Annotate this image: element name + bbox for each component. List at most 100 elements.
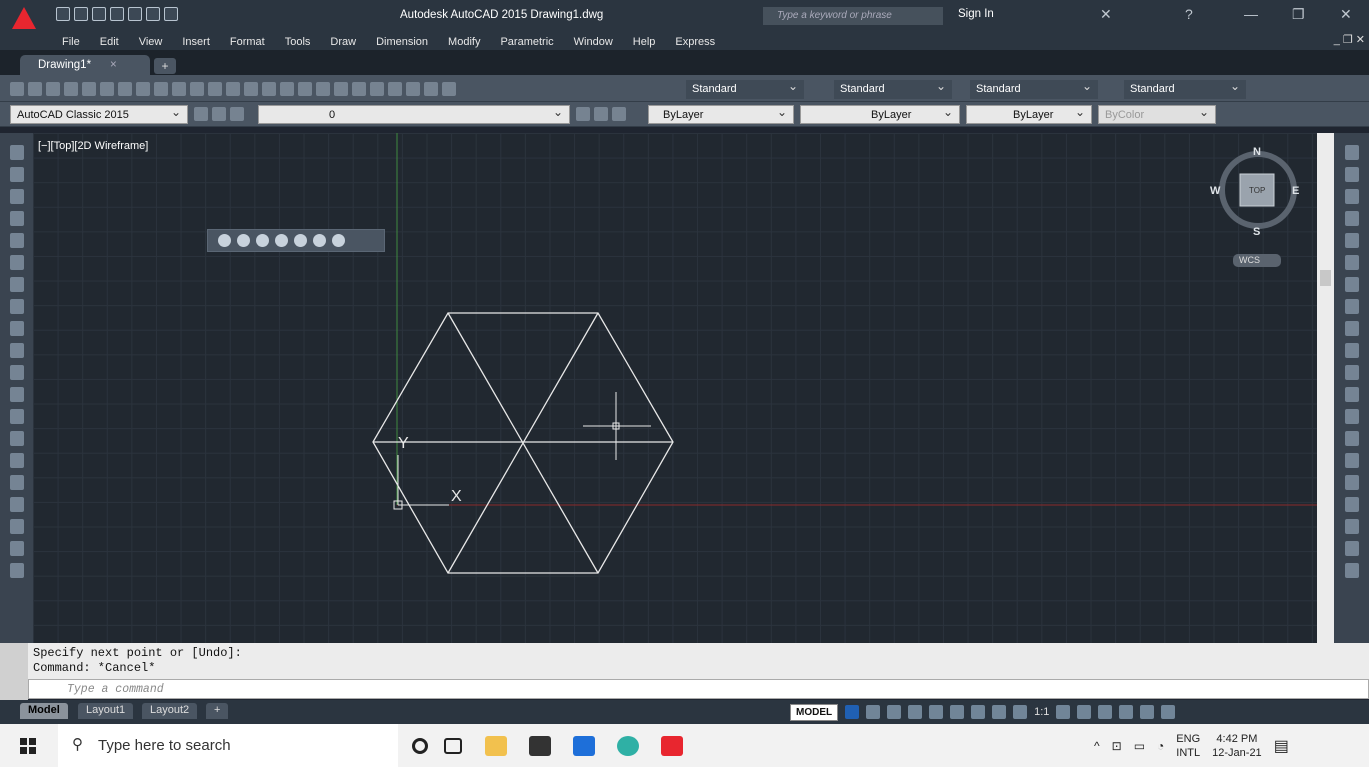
menu-dimension[interactable]: Dimension (376, 36, 428, 48)
workspace-select[interactable]: AutoCAD Classic 2015 (10, 105, 188, 124)
paste-icon[interactable] (172, 82, 186, 96)
help-search-input[interactable]: Type a keyword or phrase (763, 7, 943, 25)
join-icon[interactable] (1344, 431, 1359, 446)
viewport-controls-label[interactable]: [−][Top][2D Wireframe] (38, 140, 148, 152)
calculator-icon[interactable] (424, 82, 438, 96)
construction-line-icon[interactable] (9, 167, 24, 182)
material-icon[interactable] (332, 234, 345, 247)
taskbar-search-box[interactable]: ⚲ Type here to search (58, 724, 398, 767)
revision-cloud-icon[interactable] (9, 299, 24, 314)
blend-icon[interactable] (1344, 497, 1359, 512)
table-icon[interactable] (9, 519, 24, 534)
wcs-menu[interactable]: WCS (1239, 255, 1260, 265)
minimize-icon[interactable]: — (1244, 6, 1258, 22)
linetype-select[interactable]: ByLayer (800, 105, 960, 124)
menu-modify[interactable]: Modify (448, 36, 480, 48)
visual-style-icon[interactable] (294, 234, 307, 247)
compass-north[interactable]: N (1253, 146, 1261, 158)
ellipse-arc-icon[interactable] (9, 365, 24, 380)
free-orbit-icon[interactable] (256, 234, 269, 247)
command-line-handle[interactable] (0, 643, 28, 703)
make-current-layer-icon[interactable] (576, 107, 590, 121)
array-icon[interactable] (1344, 233, 1359, 248)
markup-icon[interactable] (406, 82, 420, 96)
polygon-icon[interactable] (9, 211, 24, 226)
menu-format[interactable]: Format (230, 36, 265, 48)
workspace-settings-icon[interactable] (194, 107, 208, 121)
mirror-icon[interactable] (1344, 189, 1359, 204)
scale-icon[interactable] (1344, 299, 1359, 314)
snap-icon[interactable] (866, 705, 881, 719)
preview-icon[interactable] (82, 82, 96, 96)
erase-icon[interactable] (1344, 145, 1359, 160)
block-icon[interactable] (190, 82, 204, 96)
autocad-taskbar-icon[interactable] (661, 736, 683, 756)
rotate-icon[interactable] (1344, 277, 1359, 292)
menu-window[interactable]: Window (574, 36, 613, 48)
region-icon[interactable] (9, 497, 24, 512)
layer-match-icon[interactable] (612, 107, 626, 121)
menu-view[interactable]: View (139, 36, 163, 48)
copy-object-icon[interactable] (1344, 167, 1359, 182)
table-style-select[interactable]: Standard (970, 79, 1098, 99)
menu-tools[interactable]: Tools (285, 36, 311, 48)
device-icon[interactable]: ⊡ (1112, 739, 1122, 753)
undo-icon[interactable] (146, 7, 160, 21)
3d-print-icon[interactable] (118, 82, 132, 96)
break-at-point-icon[interactable] (1344, 387, 1359, 402)
tab-layout1[interactable]: Layout1 (78, 703, 134, 719)
bring-front-icon[interactable] (1344, 563, 1359, 578)
menu-edit[interactable]: Edit (100, 36, 119, 48)
close-icon[interactable]: ✕ (1340, 6, 1352, 23)
clock[interactable]: 4:42 PM 12-Jan-21 (1212, 732, 1262, 760)
layer-previous-icon[interactable] (594, 107, 608, 121)
layer-state-icon[interactable] (230, 107, 244, 121)
text-style-select[interactable]: Standard (686, 79, 804, 99)
menu-parametric[interactable]: Parametric (500, 36, 553, 48)
exchange-icon[interactable]: ✕ (1100, 6, 1112, 23)
polar-icon[interactable] (908, 705, 923, 719)
tab-drawing1[interactable]: Drawing1* × (20, 55, 150, 77)
extend-icon[interactable] (1344, 365, 1359, 380)
gradient-icon[interactable] (9, 475, 24, 490)
multiline-text-icon[interactable] (9, 541, 24, 556)
help-icon[interactable] (442, 82, 456, 96)
ellipse-icon[interactable] (9, 343, 24, 358)
grid-icon[interactable] (845, 705, 860, 719)
zoom-realtime-icon[interactable] (280, 82, 294, 96)
add-selected-icon[interactable] (9, 563, 24, 578)
point-icon[interactable] (9, 431, 24, 446)
zoom-window-icon[interactable] (298, 82, 312, 96)
render-icon[interactable] (313, 234, 326, 247)
workspace-switch-icon[interactable] (1056, 705, 1071, 719)
notification-icon[interactable]: ▤ (1274, 736, 1289, 756)
open-icon[interactable] (28, 82, 42, 96)
new-icon[interactable] (56, 7, 70, 21)
rectangle-icon[interactable] (9, 233, 24, 248)
network-icon[interactable]: ◔ (1157, 739, 1164, 753)
polyline-icon[interactable] (9, 189, 24, 204)
color-select[interactable]: ByLayer (648, 105, 794, 124)
stretch-icon[interactable] (1344, 321, 1359, 336)
save-icon[interactable] (46, 82, 60, 96)
clean-screen-icon[interactable] (1140, 705, 1155, 719)
new-layout-button[interactable]: + (206, 703, 229, 719)
layer-properties-icon[interactable] (212, 107, 226, 121)
tool-palettes-icon[interactable] (370, 82, 384, 96)
compass-south[interactable]: S (1253, 226, 1260, 238)
circle-icon[interactable] (9, 277, 24, 292)
drawing-viewport[interactable]: Y X (33, 133, 1317, 643)
language-indicator[interactable]: ENG INTL (1176, 732, 1200, 760)
layer-select[interactable]: 0 (258, 105, 570, 124)
menu-help[interactable]: Help (633, 36, 656, 48)
restore-icon[interactable]: ❐ (1292, 6, 1305, 23)
vertical-scrollbar[interactable] (1317, 133, 1334, 643)
menu-draw[interactable]: Draw (330, 36, 356, 48)
sheet-set-icon[interactable] (388, 82, 402, 96)
match-properties-icon[interactable] (208, 82, 222, 96)
line-icon[interactable] (9, 145, 24, 160)
offset-icon[interactable] (1344, 211, 1359, 226)
ortho-icon[interactable] (887, 705, 902, 719)
tray-chevron-icon[interactable]: ^ (1094, 739, 1100, 753)
draw-order-icon[interactable] (1344, 541, 1359, 556)
